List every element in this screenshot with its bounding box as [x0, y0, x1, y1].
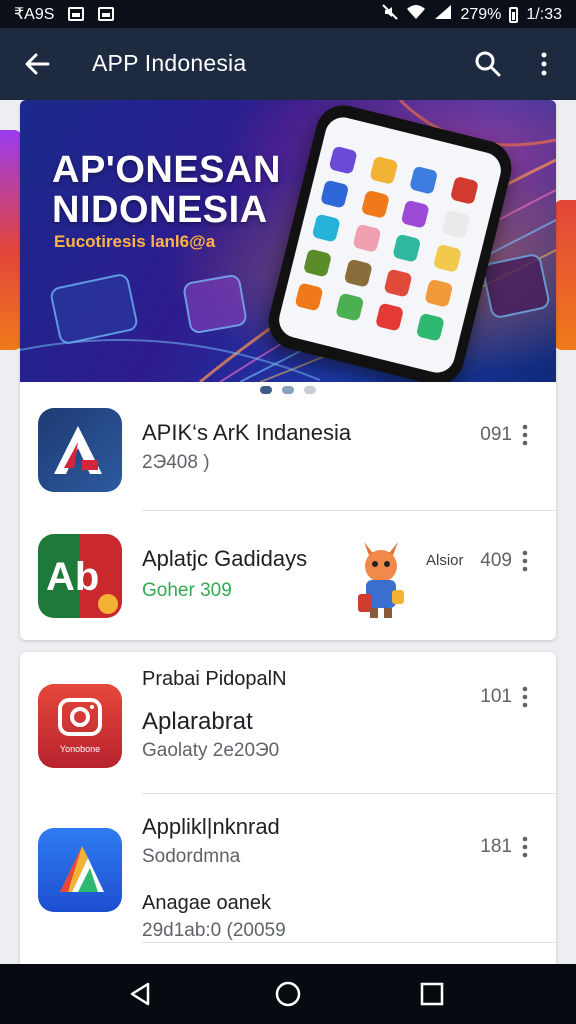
mascot-illustration	[350, 534, 412, 620]
more-options-icon[interactable]	[522, 686, 528, 708]
battery-icon	[509, 6, 519, 23]
app-count: 181	[480, 836, 512, 857]
app-list-card: Prabai PidopalN Yonobone Aplarabrat Gaol…	[20, 652, 556, 972]
more-options-icon[interactable]	[522, 836, 528, 858]
system-nav-bar	[0, 964, 576, 1024]
divider	[142, 510, 556, 511]
list-item[interactable]: Applikl|nknrad Sodordmna Anagae oanek 29…	[20, 802, 556, 962]
more-options-icon[interactable]	[522, 424, 528, 446]
featured-card: AP'ONESAN NIDONESIA Eucotiresis lanl6@a	[20, 100, 556, 640]
wifi-icon	[406, 4, 426, 25]
status-bar: ₹A9S 279% 1/:33	[0, 0, 576, 28]
app-name: Aplarabrat	[142, 708, 253, 735]
signal-icon	[434, 4, 452, 25]
app-name: Anagae oanek	[142, 892, 272, 914]
app-name: APIK‘s ArK Indanesia	[142, 420, 352, 445]
divider	[142, 793, 556, 794]
battery-percent: 279%	[460, 5, 502, 23]
app-count: 101	[480, 686, 512, 707]
app-icon-label: Yonobone	[59, 744, 101, 754]
nav-back-icon[interactable]	[124, 978, 156, 1010]
more-options-icon[interactable]	[532, 48, 556, 80]
status-left-text: ₹A9S	[14, 6, 55, 23]
mute-icon	[382, 4, 399, 25]
nav-recents-icon[interactable]	[416, 978, 448, 1010]
app-meta: Sodordmna	[142, 846, 241, 867]
list-item[interactable]: Prabai PidopalN Yonobone Aplarabrat Gaol…	[20, 652, 556, 792]
app-count: 091	[480, 424, 512, 445]
nav-home-icon[interactable]	[272, 978, 304, 1010]
svg-text:Ab: Ab	[46, 555, 99, 599]
app-meta: 2Э408 )	[142, 452, 210, 473]
gallery-icon	[98, 7, 115, 21]
list-item[interactable]: Ab Aplatjc Gadidays Goher 309 Alsior 409	[20, 516, 556, 636]
more-options-icon[interactable]	[522, 550, 528, 572]
notification-icon	[68, 7, 85, 21]
app-name: Aplatjc Gadidays	[142, 546, 308, 571]
search-icon[interactable]	[472, 48, 504, 80]
app-bar: APP Indonesia	[0, 28, 576, 100]
banner-headline: AP'ONESAN NIDONESIA	[52, 149, 281, 231]
banner-subtitle: Eucotiresis lanl6@a	[54, 232, 216, 251]
clock: 1/:33	[526, 5, 562, 23]
ab-logo-icon: Ab	[38, 534, 122, 618]
section-header: Prabai PidopalN	[142, 668, 287, 690]
app-name: Applikl|nknrad	[142, 814, 280, 839]
app-count: 409	[480, 550, 512, 571]
back-arrow-icon[interactable]	[20, 46, 56, 82]
app-meta: Goher 309	[142, 580, 232, 601]
page-title: APP Indonesia	[92, 50, 247, 76]
list-item[interactable]: APIK‘s ArK Indanesia 2Э408 ) 091	[20, 390, 556, 510]
promo-banner[interactable]: AP'ONESAN NIDONESIA Eucotiresis lanl6@a	[20, 100, 556, 382]
app-tag: Alsior	[426, 552, 464, 569]
camera-icon: Yonobone	[38, 684, 122, 768]
divider	[142, 942, 556, 943]
floating-app-tile-icon	[181, 273, 249, 335]
app-meta: 29d1ab:0 (20059	[142, 920, 286, 941]
apik-logo-icon	[38, 408, 122, 492]
side-decoration	[0, 130, 22, 350]
triangle-logo-icon	[38, 828, 122, 912]
side-decoration	[554, 200, 576, 350]
app-meta: Gaolaty 2e20Э0	[142, 740, 280, 761]
